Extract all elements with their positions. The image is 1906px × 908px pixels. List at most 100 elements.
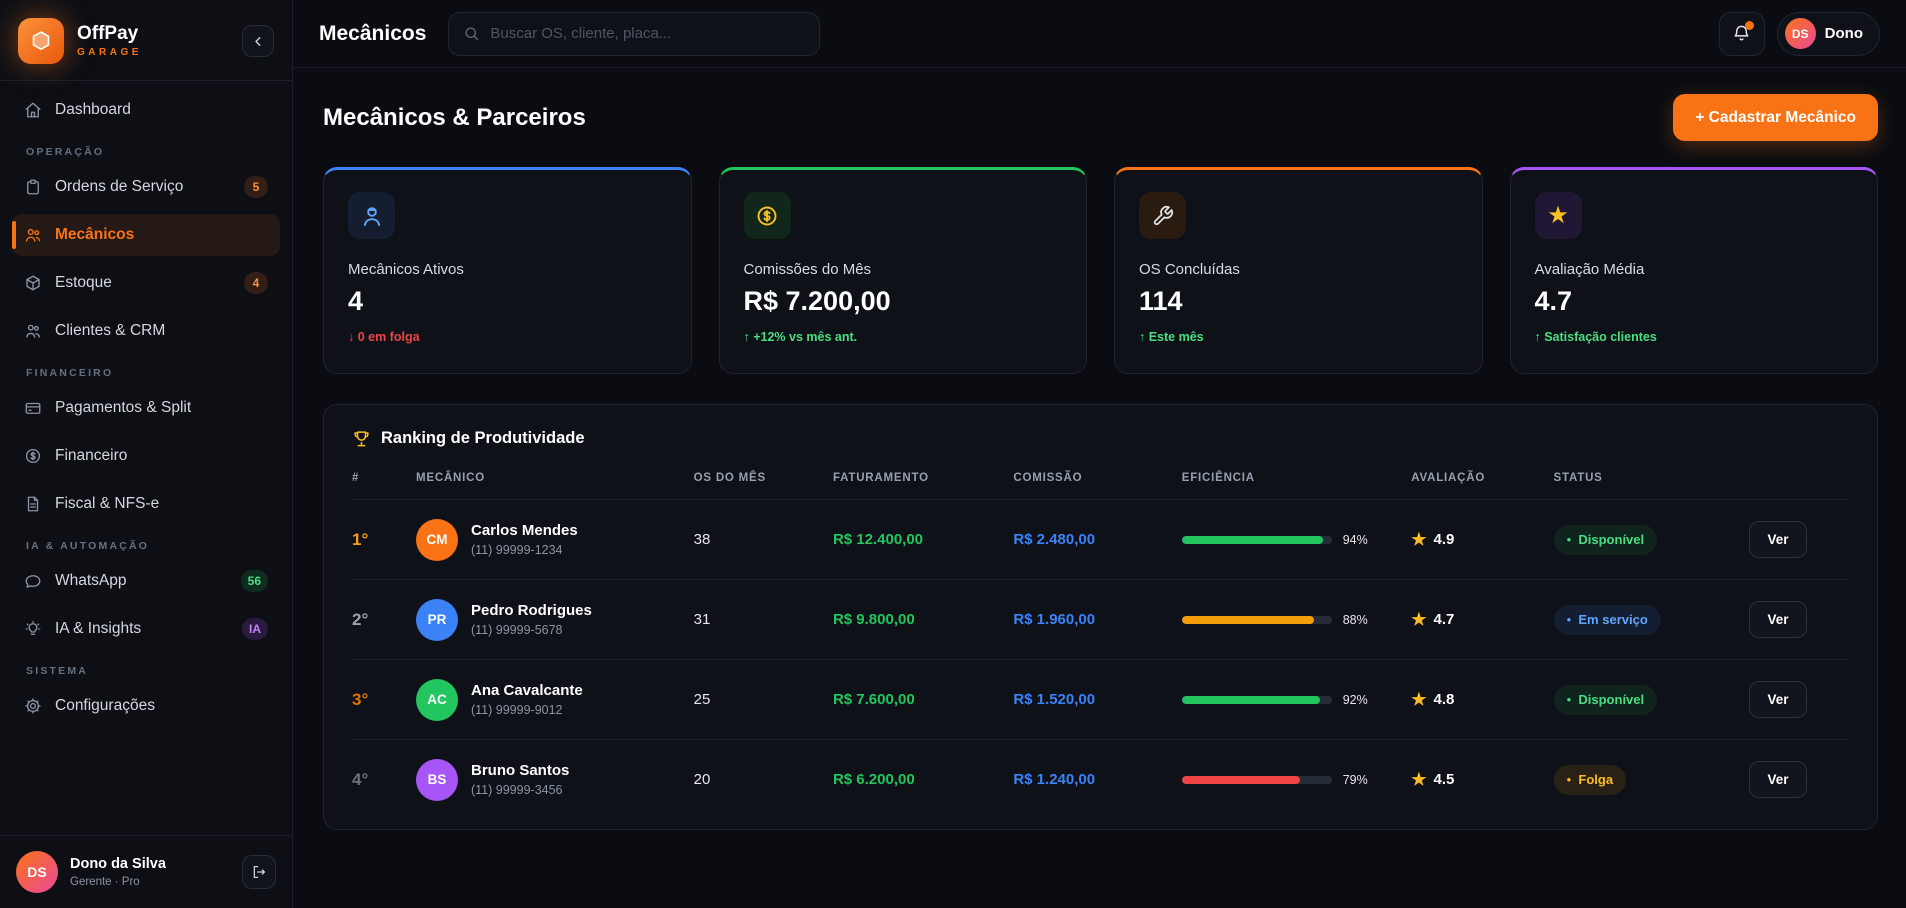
search-input[interactable] [490, 25, 805, 42]
rating-cell: ★ 4.5 [1411, 771, 1553, 788]
sidebar: OffPay GARAGE Dashboard OPERAÇÃO Ordens … [0, 0, 293, 908]
sidebar-header: OffPay GARAGE [0, 0, 292, 81]
topbar: Mecânicos DS Dono [293, 0, 1906, 68]
mechanic-id: Ana Cavalcante (11) 99999-9012 [471, 682, 583, 717]
sidebar-item-configuracoes[interactable]: Configurações [12, 685, 280, 727]
rating-value: 4.7 [1433, 611, 1454, 628]
os-count: 38 [694, 531, 833, 548]
trophy-icon [352, 429, 371, 448]
sidebar-section-sistema: SISTEMA [26, 665, 266, 677]
mechanic-cell: BS Bruno Santos (11) 99999-3456 [416, 759, 694, 801]
notifications-button[interactable] [1719, 12, 1765, 56]
col-mecanico: MECÂNICO [416, 472, 694, 484]
table-row: 1° CM Carlos Mendes (11) 99999-1234 38 R… [352, 499, 1849, 579]
table-row: 3° AC Ana Cavalcante (11) 99999-9012 25 … [352, 659, 1849, 739]
lightbulb-icon [24, 620, 42, 638]
mechanic-id: Bruno Santos (11) 99999-3456 [471, 762, 569, 797]
revenue-value: R$ 9.800,00 [833, 611, 1013, 628]
col-avaliacao: AVALIAÇÃO [1411, 472, 1553, 484]
efficiency-percent: 88% [1343, 613, 1368, 627]
sidebar-item-label: Pagamentos & Split [55, 399, 191, 417]
clipboard-icon [24, 178, 42, 196]
star-icon: ★ [1411, 611, 1426, 628]
sidebar-item-pagamentos-split[interactable]: Pagamentos & Split [12, 387, 280, 429]
sidebar-item-mecanicos[interactable]: Mecânicos [12, 214, 280, 256]
gear-icon [24, 697, 42, 715]
chat-bubble-icon [24, 572, 42, 590]
col-faturamento: FATURAMENTO [833, 472, 1013, 484]
people-icon [24, 322, 42, 340]
sidebar-item-label: Estoque [55, 274, 112, 292]
sidebar-item-whatsapp[interactable]: WhatsApp 56 [12, 560, 280, 602]
badge-ordens-count: 5 [244, 176, 268, 198]
mechanic-cell: AC Ana Cavalcante (11) 99999-9012 [416, 679, 694, 721]
col-comissao: COMISSÃO [1013, 472, 1181, 484]
user-chip-avatar: DS [1785, 18, 1816, 49]
efficiency-cell: 92% [1182, 693, 1412, 707]
sidebar-item-fiscal-nfse[interactable]: Fiscal & NFS-e [12, 483, 280, 525]
mechanic-avatar: AC [416, 679, 458, 721]
mechanic-cell: CM Carlos Mendes (11) 99999-1234 [416, 519, 694, 561]
sidebar-item-financeiro[interactable]: Financeiro [12, 435, 280, 477]
mechanic-cell: PR Pedro Rodrigues (11) 99999-5678 [416, 599, 694, 641]
sidebar-item-ordens-de-servico[interactable]: Ordens de Serviço 5 [12, 166, 280, 208]
users-icon [24, 226, 42, 244]
stat-delta: ↓ 0 em folga [348, 330, 667, 344]
view-button[interactable]: Ver [1749, 601, 1807, 638]
os-count: 31 [694, 611, 833, 628]
search-box [448, 12, 820, 56]
view-button[interactable]: Ver [1749, 761, 1807, 798]
rating-cell: ★ 4.9 [1411, 531, 1553, 548]
view-button[interactable]: Ver [1749, 681, 1807, 718]
sidebar-item-label: Configurações [55, 697, 155, 715]
document-icon [24, 495, 42, 513]
star-icon: ★ [1411, 531, 1426, 548]
stat-card-comissoes-mes: Comissões do Mês R$ 7.200,00 ↑ +12% vs m… [719, 167, 1088, 374]
sidebar-item-label: Mecânicos [55, 226, 134, 244]
efficiency-fill [1182, 616, 1314, 624]
topbar-right: DS Dono [1719, 12, 1880, 56]
sidebar-item-label: WhatsApp [55, 572, 127, 590]
sidebar-item-clientes-crm[interactable]: Clientes & CRM [12, 310, 280, 352]
star-icon: ★ [1411, 691, 1426, 708]
rating-cell: ★ 4.7 [1411, 611, 1553, 628]
efficiency-cell: 94% [1182, 533, 1412, 547]
sidebar-item-ia-insights[interactable]: IA & Insights IA [12, 608, 280, 650]
logout-button[interactable] [242, 855, 276, 889]
sidebar-nav: Dashboard OPERAÇÃO Ordens de Serviço 5 M… [0, 81, 292, 835]
efficiency-track [1182, 696, 1332, 704]
user-name: Dono da Silva [70, 856, 166, 872]
user-menu-chip[interactable]: DS Dono [1777, 12, 1880, 56]
wrench-icon [1139, 192, 1186, 239]
page-content: Mecânicos & Parceiros + Cadastrar Mecâni… [293, 68, 1906, 908]
user-role: Gerente · Pro [70, 876, 166, 888]
mechanic-phone: (11) 99999-5678 [471, 623, 592, 637]
rank-label: 2° [352, 610, 416, 630]
col-os-do-mes: OS DO MÊS [694, 472, 833, 484]
os-count: 25 [694, 691, 833, 708]
sidebar-section-ia-automacao: IA & AUTOMAÇÃO [26, 540, 266, 552]
brand-block: OffPay GARAGE [77, 24, 142, 59]
rank-label: 4° [352, 770, 416, 790]
dollar-circle-icon [24, 447, 42, 465]
ranking-panel: Ranking de Produtividade # MECÂNICO OS D… [323, 404, 1878, 830]
sidebar-item-dashboard[interactable]: Dashboard [12, 89, 280, 131]
commission-value: R$ 1.520,00 [1013, 691, 1181, 708]
mechanic-phone: (11) 99999-3456 [471, 783, 569, 797]
main-area: Mecânicos DS Dono Mecânicos & Parceiros … [293, 0, 1906, 908]
brand-subtitle: GARAGE [77, 47, 142, 58]
sidebar-item-estoque[interactable]: Estoque 4 [12, 262, 280, 304]
sidebar-collapse-button[interactable] [242, 25, 274, 57]
sidebar-item-label: Ordens de Serviço [55, 178, 183, 196]
stat-value: 4 [348, 286, 667, 317]
efficiency-cell: 88% [1182, 613, 1412, 627]
table-header: # MECÂNICO OS DO MÊS FATURAMENTO COMISSÃ… [352, 472, 1849, 499]
view-button[interactable]: Ver [1749, 521, 1807, 558]
stat-delta: ↑ Este mês [1139, 330, 1458, 344]
status-badge: Disponível [1554, 525, 1658, 555]
logout-icon [251, 864, 267, 880]
stats-row: Mecânicos Ativos 4 ↓ 0 em folga Comissõe… [323, 167, 1878, 374]
topbar-title: Mecânicos [319, 22, 426, 46]
revenue-value: R$ 12.400,00 [833, 531, 1013, 548]
cadastrar-mecanico-button[interactable]: + Cadastrar Mecânico [1673, 94, 1878, 141]
